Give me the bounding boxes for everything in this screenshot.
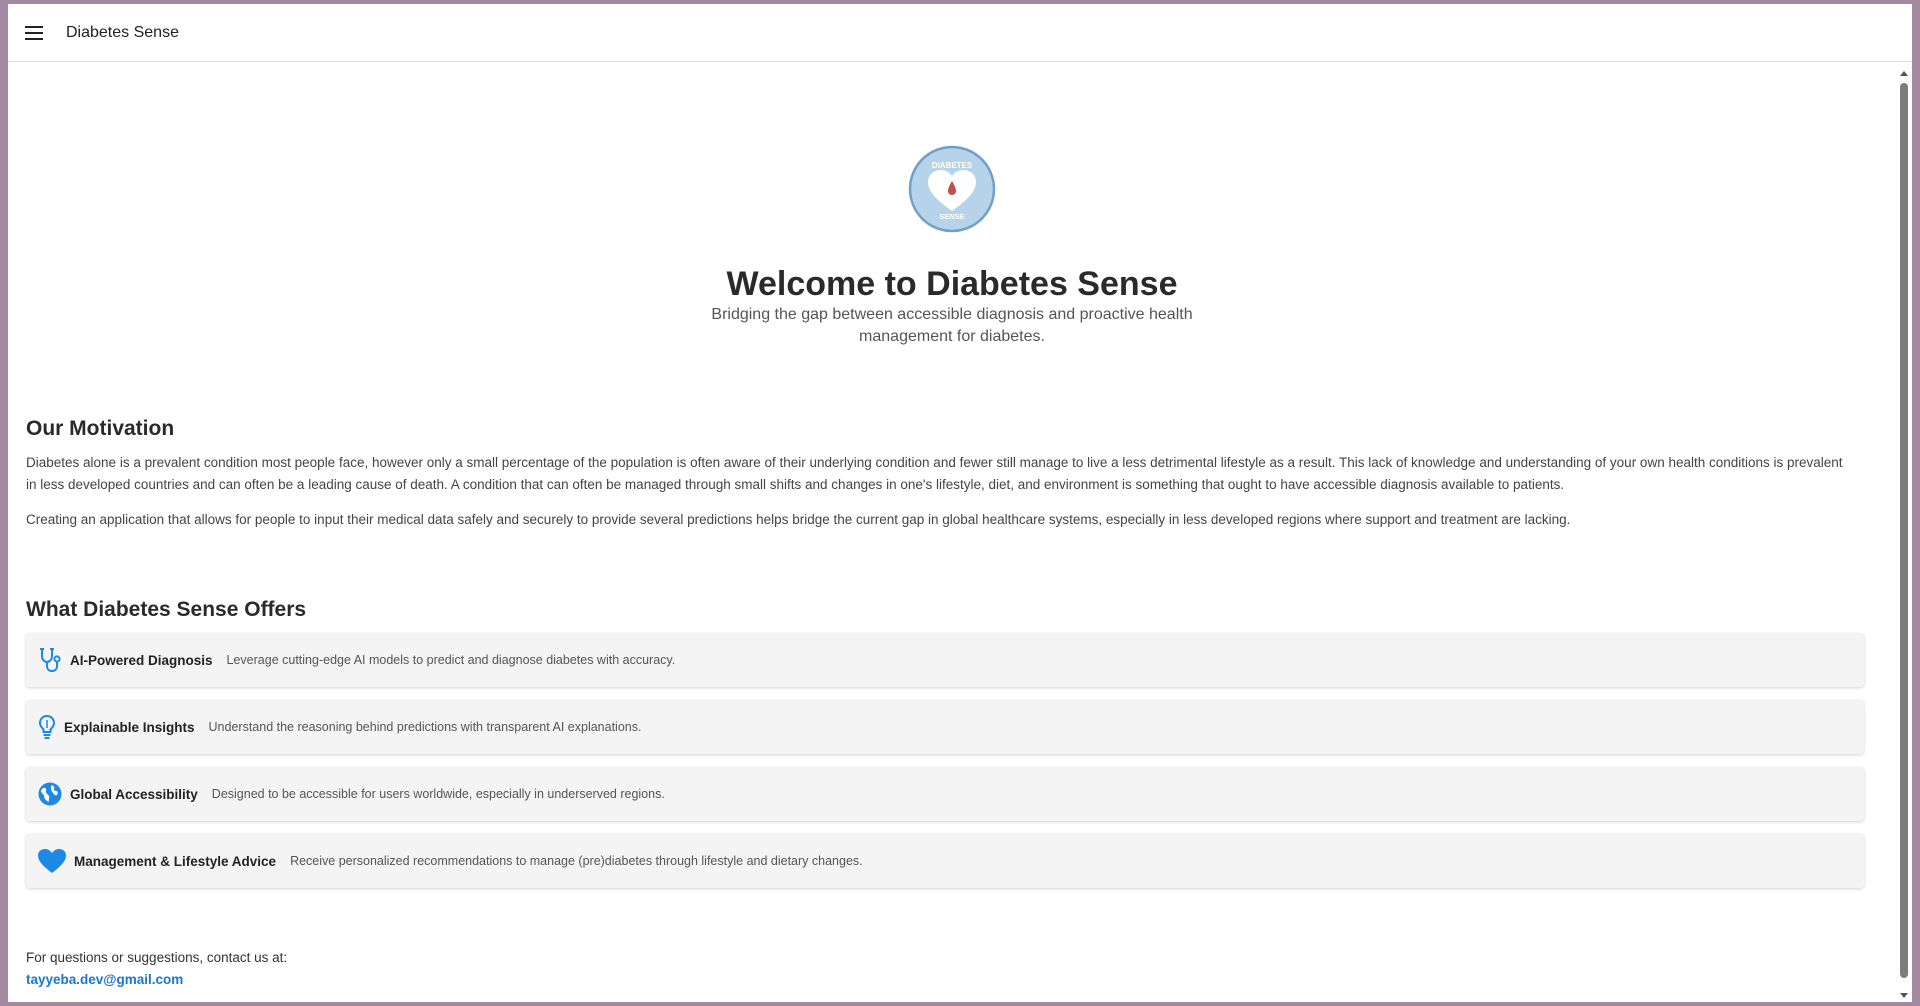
svg-text:SENSE: SENSE <box>939 212 964 221</box>
feature-card-explainable-insights: Explainable Insights Understand the reas… <box>26 700 1864 754</box>
hero-section: DIABETES SENSE Welcome to Diabetes Sense… <box>8 63 1896 363</box>
motivation-heading: Our Motivation <box>26 417 175 440</box>
scroll-down-arrow-icon[interactable] <box>1900 993 1908 998</box>
menu-button[interactable] <box>22 21 46 45</box>
motivation-paragraph-2: Creating an application that allows for … <box>26 512 1571 527</box>
stethoscope-icon <box>36 646 64 674</box>
page-title: Welcome to Diabetes Sense <box>726 265 1178 303</box>
svg-text:DIABETES: DIABETES <box>932 161 973 170</box>
motivation-paragraph-1: Diabetes alone is a prevalent condition … <box>26 455 1843 492</box>
app-bar: Diabetes Sense <box>8 4 1912 62</box>
lightbulb-icon <box>36 713 58 741</box>
feature-title: Explainable Insights <box>64 719 195 735</box>
feature-title: AI-Powered Diagnosis <box>70 652 213 668</box>
feature-card-ai-diagnosis: AI-Powered Diagnosis Leverage cutting-ed… <box>26 633 1864 687</box>
app-title: Diabetes Sense <box>66 23 179 41</box>
contact-text: For questions or suggestions, contact us… <box>26 950 288 965</box>
offers-heading: What Diabetes Sense Offers <box>26 598 307 621</box>
feature-description: Understand the reasoning behind predicti… <box>208 720 642 734</box>
main-content: DIABETES SENSE Welcome to Diabetes Sense… <box>8 63 1896 1002</box>
feature-description: Leverage cutting-edge AI models to predi… <box>226 653 676 667</box>
feature-description: Receive personalized recommendations to … <box>290 854 863 868</box>
feature-card-global-accessibility: Global Accessibility Designed to be acce… <box>26 767 1864 821</box>
heart-icon <box>36 847 68 875</box>
feature-description: Designed to be accessible for users worl… <box>211 787 665 801</box>
vertical-scrollbar[interactable] <box>1896 63 1912 1002</box>
scrollbar-thumb[interactable] <box>1900 83 1908 978</box>
feature-card-lifestyle-advice: Management & Lifestyle Advice Receive pe… <box>26 834 1864 888</box>
browser-window: Diabetes Sense DIABETES SENSE Welcome to… <box>8 4 1912 1002</box>
feature-title: Global Accessibility <box>70 786 198 802</box>
feature-title: Management & Lifestyle Advice <box>74 853 277 869</box>
hamburger-menu-icon <box>25 25 43 40</box>
diabetes-sense-logo: DIABETES SENSE <box>908 145 996 233</box>
globe-icon <box>36 780 64 808</box>
scroll-up-arrow-icon[interactable] <box>1900 71 1908 76</box>
contact-email-link[interactable]: tayyeba.dev@gmail.com <box>26 972 183 987</box>
page-subtitle: Bridging the gap between accessible diag… <box>711 306 1193 345</box>
